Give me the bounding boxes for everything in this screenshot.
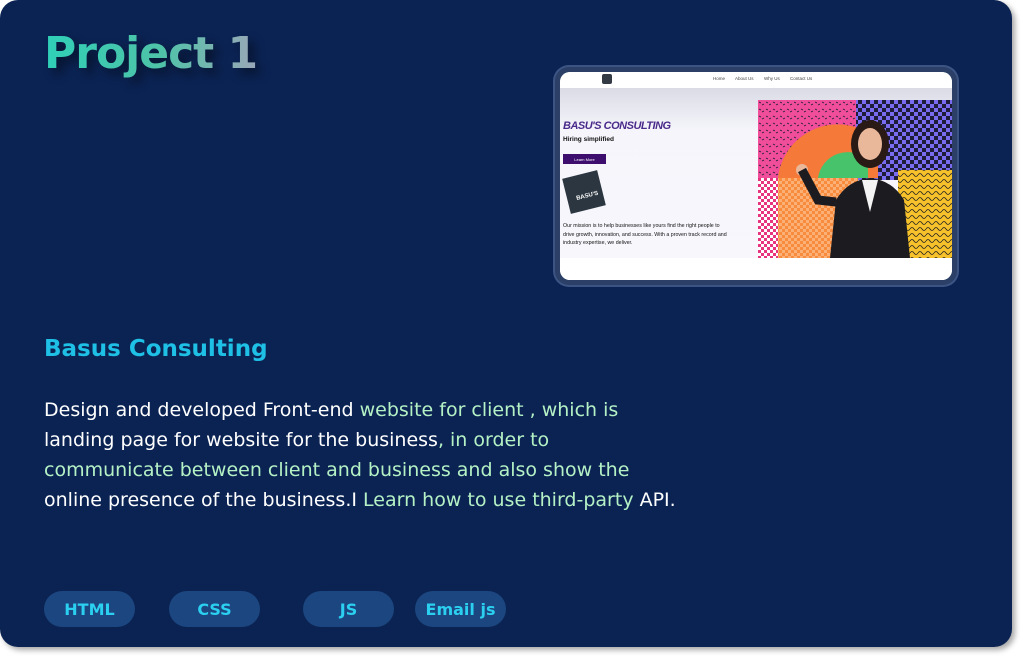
description-segment: online presence of the business.I: [44, 489, 364, 511]
description-segment: landing page for website for the busines…: [44, 429, 438, 451]
project-description: Design and developed Front-end website f…: [44, 395, 684, 515]
preview-hero-artwork: [758, 100, 952, 258]
preview-badge-image: BASU'S: [562, 170, 606, 214]
project-title: Project 1: [44, 28, 258, 79]
preview-logo-icon: [602, 74, 612, 84]
preview-nav-about: About Us: [735, 76, 754, 81]
description-segment: Learn how to use third-party: [363, 489, 634, 511]
preview-nav-why: Why Us: [764, 76, 780, 81]
preview-hero: BASU'S CONSULTING Hiring simplified Lear…: [560, 88, 952, 258]
preview-nav-home: Home: [713, 76, 726, 81]
project-card: Project 1 Home About Us Why Us Contact U…: [0, 0, 1012, 647]
preview-learn-more-button: Learn More: [563, 154, 606, 164]
preview-screen: Home About Us Why Us Contact Us BASU'S C…: [560, 72, 952, 280]
preview-footer: [560, 258, 952, 280]
description-segment: Design and developed Front-end: [44, 399, 360, 421]
preview-badge-text: BASU'S: [575, 190, 599, 202]
preview-mission-text: Our mission is to help businesses like y…: [563, 223, 727, 247]
description-segment: also show the: [492, 459, 630, 481]
preview-hero-subtitle: Hiring simplified: [563, 136, 614, 143]
tag-email-js[interactable]: Email js: [415, 591, 506, 627]
tag-js[interactable]: JS: [303, 591, 394, 627]
preview-nav-contact: Contact Us: [790, 76, 813, 81]
project-name: Basus Consulting: [44, 336, 268, 362]
description-segment: API.: [633, 489, 676, 511]
preview-nav: Home About Us Why Us Contact Us: [560, 72, 952, 88]
preview-hero-title: BASU'S CONSULTING: [563, 120, 671, 132]
project-preview-image[interactable]: Home About Us Why Us Contact Us BASU'S C…: [555, 67, 957, 285]
tag-html[interactable]: HTML: [44, 591, 135, 627]
tag-css[interactable]: CSS: [169, 591, 260, 627]
description-segment: website for client , which is: [359, 399, 619, 421]
